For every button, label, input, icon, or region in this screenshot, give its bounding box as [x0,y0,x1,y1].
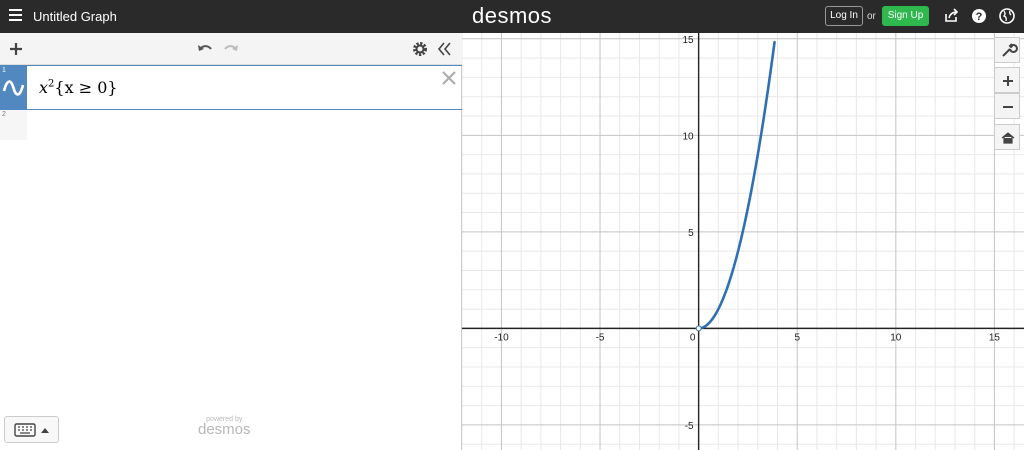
undo-icon[interactable] [195,39,215,59]
add-icon[interactable] [6,39,26,59]
y-tick-label: -5 [685,421,694,432]
help-icon[interactable]: ? [970,7,988,25]
globe-icon[interactable] [998,7,1016,25]
graph-settings-button[interactable] [994,37,1020,63]
login-button[interactable]: Log In [825,6,863,26]
svg-text:?: ? [976,11,983,23]
expression-item[interactable]: 1 x2{x ≥ 0} [0,65,462,110]
redo-icon[interactable] [221,39,241,59]
endpoint-marker[interactable] [695,325,702,332]
empty-expression-item[interactable]: 2 [0,110,27,140]
keyboard-icon [14,423,36,437]
zoom-out-icon [1003,106,1013,108]
powered-by-logo: powered by desmos [198,416,251,438]
x-tick-label: 10 [890,332,902,343]
expression-index: 1 [2,67,6,74]
graph-title[interactable]: Untitled Graph [33,9,117,24]
keyboard-toggle-button[interactable] [4,416,59,443]
y-tick-label: 15 [683,35,695,46]
top-header: Untitled Graph desmos Log In or Sign Up … [0,0,1024,33]
or-text: or [867,11,876,22]
settings-icon[interactable] [410,39,430,59]
x-tick-label: 15 [989,332,1001,343]
y-tick-label: 5 [688,228,694,239]
series-line[interactable] [697,40,776,330]
share-icon[interactable] [942,7,960,25]
collapse-icon[interactable] [435,39,455,59]
expression-panel: 1 x2{x ≥ 0} 2 powered by desmos [0,33,462,450]
graph-area[interactable]: -10 -5 0 5 10 15 -5 5 10 15 [462,33,1024,450]
default-viewport-button[interactable] [994,124,1020,150]
zoom-in-icon [1003,76,1013,86]
expression-math[interactable]: x2{x ≥ 0} [39,78,118,97]
menu-icon[interactable] [9,9,22,23]
home-icon [1001,132,1015,144]
caret-up-icon [41,428,49,433]
y-tick-label: 10 [683,131,695,142]
curve-icon [2,80,25,96]
wrench-icon [1002,43,1018,57]
signup-button[interactable]: Sign Up [882,6,929,26]
x-tick-label: 0 [690,332,696,343]
zoom-in-button[interactable] [994,67,1020,93]
graph-canvas[interactable]: -10 -5 0 5 10 15 -5 5 10 15 [462,33,1024,450]
x-tick-label: -10 [494,332,509,343]
expression-toolbar [0,33,462,65]
x-tick-label: 5 [794,332,800,343]
expression-color-tab[interactable]: 1 [0,66,27,109]
expression-index: 2 [2,111,6,118]
delete-expression-icon[interactable] [441,70,457,86]
x-tick-label: -5 [596,332,605,343]
zoom-out-button[interactable] [994,93,1020,119]
